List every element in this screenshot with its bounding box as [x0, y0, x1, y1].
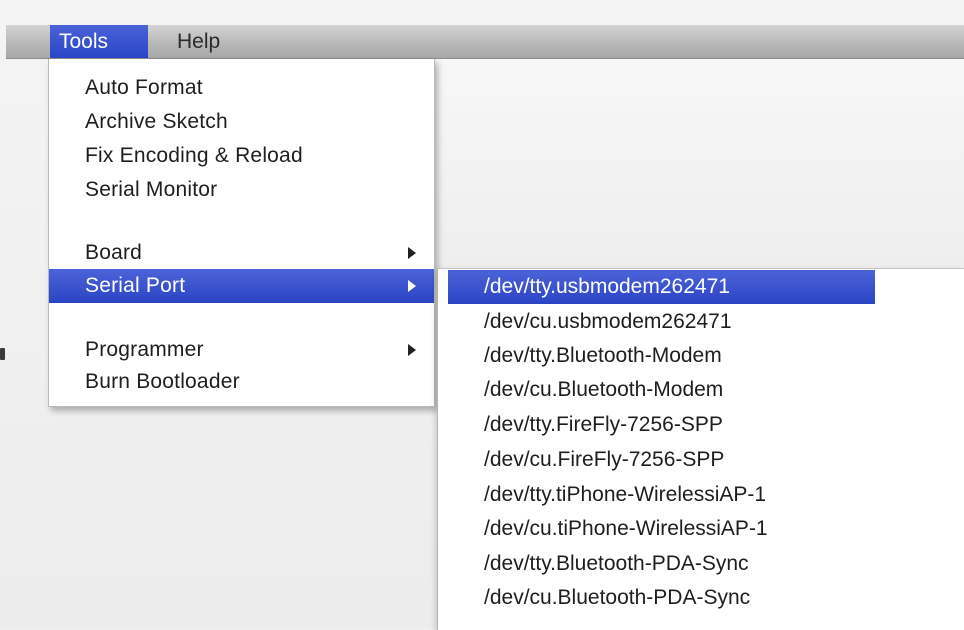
menu-item-programmer-label: Programmer [85, 338, 204, 361]
serial-port-option[interactable]: /dev/cu.usbmodem262471 [438, 305, 964, 339]
chevron-right-icon [408, 344, 416, 356]
menu-item-auto-format[interactable]: Auto Format [49, 71, 434, 105]
serial-port-option[interactable]: /dev/tty.usbmodem262471 [448, 270, 875, 304]
menu-item-serial-port-label: Serial Port [85, 274, 186, 297]
serial-port-option[interactable]: /dev/cu.Bluetooth-Modem [438, 373, 964, 407]
menu-item-programmer[interactable]: Programmer [49, 333, 434, 367]
window-edge-mark [0, 348, 5, 360]
menu-item-board[interactable]: Board [49, 236, 434, 270]
menu-item-board-label: Board [85, 241, 143, 264]
menu-item-archive-sketch[interactable]: Archive Sketch [49, 105, 434, 139]
menu-help[interactable]: Help [168, 25, 229, 58]
serial-port-option[interactable]: /dev/cu.Bluetooth-PDA-Sync [438, 581, 964, 615]
serial-port-submenu: /dev/tty.usbmodem262471 /dev/cu.usbmodem… [437, 268, 964, 630]
serial-port-option[interactable]: /dev/tty.FireFly-7256-SPP [438, 408, 964, 442]
serial-port-option[interactable]: /dev/tty.Bluetooth-Modem [438, 339, 964, 373]
serial-port-option[interactable]: /dev/tty.tiPhone-WirelessiAP-1 [438, 478, 964, 512]
serial-port-option[interactable]: /dev/cu.FireFly-7256-SPP [438, 443, 964, 477]
chevron-right-icon [408, 280, 416, 292]
menu-item-serial-monitor[interactable]: Serial Monitor [49, 173, 434, 207]
menu-item-serial-port[interactable]: Serial Port [49, 269, 434, 303]
menu-item-fix-encoding-reload[interactable]: Fix Encoding & Reload [49, 139, 434, 173]
serial-port-option[interactable]: /dev/tty.Bluetooth-PDA-Sync [438, 547, 964, 581]
serial-port-option[interactable]: /dev/cu.tiPhone-WirelessiAP-1 [438, 512, 964, 546]
chevron-right-icon [408, 247, 416, 259]
tools-dropdown-menu: Auto Format Archive Sketch Fix Encoding … [48, 59, 435, 407]
menu-tools[interactable]: Tools [50, 25, 148, 58]
editor-background-panel [436, 58, 964, 268]
menu-bar: Tools Help [6, 25, 964, 59]
menu-item-burn-bootloader[interactable]: Burn Bootloader [49, 365, 434, 399]
